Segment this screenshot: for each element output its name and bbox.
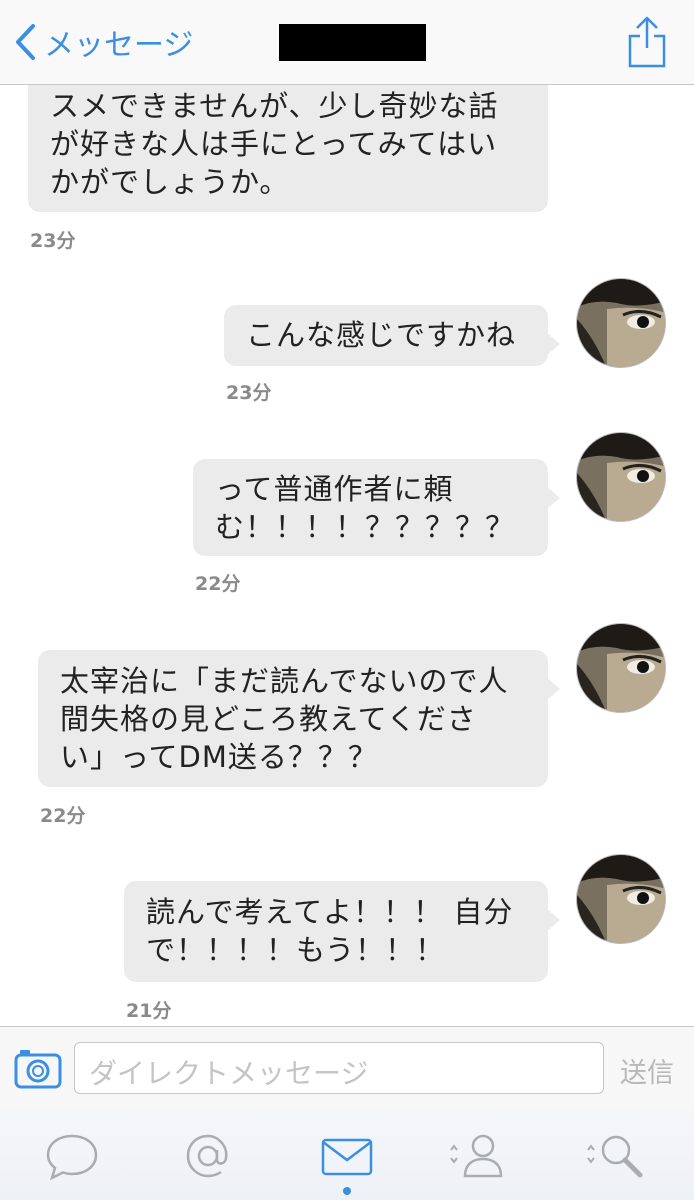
tab-mentions[interactable] bbox=[178, 1128, 238, 1184]
message-bubble: って普通作者に頼 む！！！！？？？？？ bbox=[193, 459, 560, 556]
message-list: スメできませんが、少し奇妙な話 が好きな人は手にとってみてはい かがでしょうか。… bbox=[0, 85, 694, 1025]
camera-button[interactable] bbox=[14, 1047, 62, 1089]
message-bubble: 読んで考えてよ！！！ 自分 で！！！！もう！！！ bbox=[124, 881, 560, 982]
at-icon bbox=[186, 1134, 228, 1178]
tab-messages[interactable] bbox=[317, 1128, 377, 1184]
message-time: 22分 bbox=[195, 573, 241, 595]
back-button[interactable]: メッセージ bbox=[14, 22, 194, 63]
tab-search[interactable] bbox=[586, 1128, 646, 1184]
share-button[interactable] bbox=[626, 14, 668, 70]
message-time: 22分 bbox=[40, 805, 86, 827]
chevron-left-icon bbox=[16, 24, 35, 60]
composer-bar: ダイレクトメッセージ 送信 bbox=[0, 1026, 694, 1111]
avatar-face-icon bbox=[577, 433, 665, 521]
camera-icon bbox=[14, 1050, 62, 1089]
message-bubble: 太宰治に「まだ読んでないので人 間失格の見どころ教えてくださ い」ってDM送る？… bbox=[38, 650, 560, 787]
avatar[interactable] bbox=[576, 623, 666, 713]
search-icon bbox=[587, 1135, 643, 1178]
active-tab-indicator bbox=[343, 1187, 351, 1195]
send-button[interactable]: 送信 bbox=[620, 1051, 674, 1090]
tab-home[interactable] bbox=[42, 1128, 102, 1184]
message-time: 23分 bbox=[226, 382, 272, 404]
avatar[interactable] bbox=[576, 432, 666, 522]
redacted-title bbox=[279, 24, 426, 61]
message-time: 23分 bbox=[30, 230, 76, 252]
nav-bar: メッセージ bbox=[0, 0, 694, 85]
chat-bubble-icon bbox=[46, 1134, 98, 1181]
message-input[interactable]: ダイレクトメッセージ bbox=[74, 1042, 604, 1094]
message-bubble: こんな感じですかね bbox=[224, 305, 560, 366]
back-label: メッセージ bbox=[44, 28, 194, 63]
message-bubble: スメできませんが、少し奇妙な話 が好きな人は手にとってみてはい かがでしょうか。 bbox=[28, 85, 548, 212]
mail-icon bbox=[321, 1138, 373, 1176]
person-icon bbox=[450, 1134, 503, 1178]
message-time: 21分 bbox=[126, 1000, 172, 1022]
avatar-face-icon bbox=[577, 624, 665, 712]
message-text: って普通作者に頼 む！！！！？？？？？ bbox=[215, 472, 516, 544]
avatar[interactable] bbox=[576, 854, 666, 944]
tab-profile[interactable] bbox=[445, 1128, 505, 1184]
share-icon bbox=[628, 16, 666, 68]
message-text: こんな感じですかね bbox=[246, 318, 517, 352]
message-text: 太宰治に「まだ読んでないので人 間失格の見どころ教えてくださ い」ってDM送る？… bbox=[60, 664, 509, 774]
avatar[interactable] bbox=[576, 278, 666, 368]
avatar-face-icon bbox=[577, 855, 665, 943]
message-text: スメできませんが、少し奇妙な話 が好きな人は手にとってみてはい かがでしょうか。 bbox=[50, 89, 499, 199]
avatar-face-icon bbox=[577, 279, 665, 367]
message-text: 読んで考えてよ！！！ 自分 で！！！！もう！！！ bbox=[146, 895, 514, 967]
